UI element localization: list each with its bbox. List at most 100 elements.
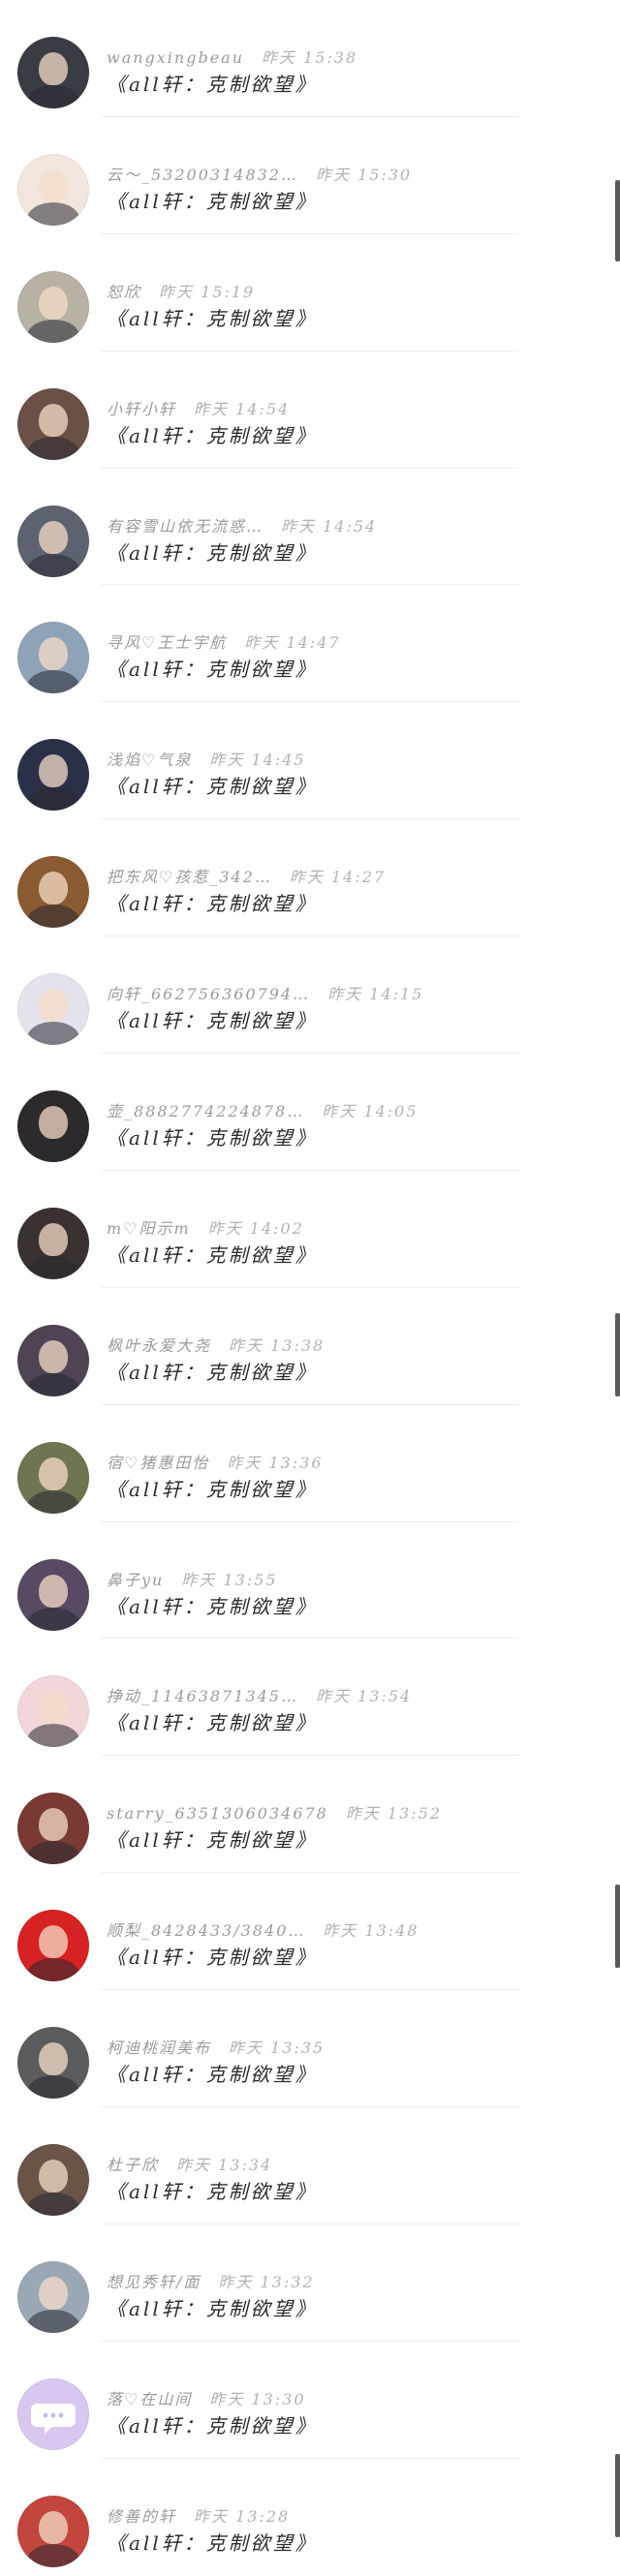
comment-text: 《all轩：克制欲望》	[107, 423, 318, 447]
comment-item[interactable]: 宿♡猪惠田怡 昨天 13:36 《all轩：克制欲望》	[0, 1405, 620, 1522]
username[interactable]: 壶_8882774224878…	[107, 1102, 304, 1120]
user-avatar[interactable]	[17, 1558, 89, 1631]
comment-item[interactable]: 小轩小轩 昨天 14:54 《all轩：克制欲望》	[0, 352, 620, 469]
comment-text: 《all轩：克制欲望》	[107, 1360, 318, 1384]
user-avatar[interactable]	[17, 739, 89, 812]
comment-header: 柯迪桃润美布 昨天 13:35	[107, 2035, 552, 2058]
avatar-face-shape	[39, 1574, 68, 1608]
username[interactable]: wangxingbeau	[107, 48, 244, 67]
comment-header: 鼻子yu 昨天 13:55	[107, 1567, 552, 1590]
user-avatar[interactable]	[17, 2260, 89, 2333]
username[interactable]: 把东风♡孩惹_342…	[107, 868, 272, 886]
comment-header: 有容雪山依无流惑… 昨天 14:54	[107, 513, 552, 537]
scrollbar-thumb[interactable]	[615, 2454, 620, 2537]
avatar-body-shape	[27, 1255, 79, 1279]
user-avatar[interactable]	[17, 1207, 89, 1279]
comment-item[interactable]: 把东风♡孩惹_342… 昨天 14:27 《all轩：克制欲望》	[0, 819, 620, 937]
avatar-body-shape	[27, 436, 79, 460]
comment-item[interactable]: 顺梨_8428433/3840… 昨天 13:48 《all轩：克制欲望》	[0, 1873, 620, 1991]
avatar-body-shape	[27, 1372, 79, 1396]
comment-item[interactable]: 寻风♡王士宇航 昨天 14:47 《all轩：克制欲望》	[0, 585, 620, 703]
username[interactable]: 寻风♡王士宇航	[107, 633, 227, 652]
comment-time: 昨天 15:30	[315, 165, 413, 184]
username[interactable]: 落♡在山间	[107, 2390, 192, 2408]
comment-header: 修善的轩 昨天 13:28	[107, 2503, 552, 2527]
user-avatar[interactable]	[17, 2495, 89, 2567]
avatar-body-shape	[27, 201, 79, 226]
comment-item[interactable]: 浅焰♡气泉 昨天 14:45 《all轩：克制欲望》	[0, 702, 620, 820]
comment-item[interactable]: 壶_8882774224878… 昨天 14:05 《all轩：克制欲望》	[0, 1054, 620, 1171]
username[interactable]: 宿♡猪惠田怡	[107, 1454, 209, 1472]
user-avatar[interactable]	[17, 1910, 89, 1982]
username[interactable]: 挣动_11463871345…	[107, 1687, 298, 1705]
username[interactable]: 向轩_662756360794…	[107, 985, 310, 1003]
comment-time: 昨天 14:54	[194, 399, 291, 418]
user-avatar[interactable]	[17, 1324, 89, 1396]
user-avatar[interactable]	[17, 2027, 89, 2100]
username[interactable]: 有容雪山依无流惑…	[107, 517, 264, 536]
user-avatar[interactable]	[17, 270, 89, 343]
username[interactable]: 恕欣	[107, 283, 141, 301]
username[interactable]: 浅焰♡气泉	[107, 751, 192, 769]
comment-item[interactable]: wangxingbeau 昨天 15:38 《all轩：克制欲望》	[0, 0, 620, 117]
comment-header: 浅焰♡气泉 昨天 14:45	[107, 747, 552, 770]
username[interactable]: 修善的轩	[107, 2507, 176, 2526]
username[interactable]: 柯迪桃润美布	[107, 2039, 211, 2057]
comment-item[interactable]: 向轩_662756360794… 昨天 14:15 《all轩：克制欲望》	[0, 936, 620, 1054]
comment-item[interactable]: 云～_53200314832… 昨天 15:30 《all轩：克制欲望》	[0, 117, 620, 234]
username[interactable]: m♡阳示m	[107, 1219, 191, 1238]
user-avatar[interactable]	[17, 856, 89, 929]
user-avatar[interactable]	[17, 37, 89, 108]
comment-time: 昨天 13:36	[227, 1453, 324, 1472]
scrollbar-thumb[interactable]	[615, 1313, 620, 1396]
user-avatar[interactable]	[17, 505, 89, 577]
username[interactable]: 枫叶永爱大尧	[107, 1336, 211, 1355]
comment-item[interactable]: 挣动_11463871345… 昨天 13:54 《all轩：克制欲望》	[0, 1639, 620, 1757]
comment-time: 昨天 13:54	[315, 1687, 413, 1706]
scrollbar-thumb[interactable]	[615, 180, 620, 261]
comment-text: 《all轩：克制欲望》	[107, 2180, 318, 2204]
comment-header: 顺梨_8428433/3840… 昨天 13:48	[107, 1917, 552, 1941]
comment-header: 壶_8882774224878… 昨天 14:05	[107, 1098, 552, 1121]
comment-item[interactable]: 恕欣 昨天 15:19 《all轩：克制欲望》	[0, 234, 620, 352]
comment-item[interactable]: 有容雪山依无流惑… 昨天 14:54 《all轩：克制欲望》	[0, 469, 620, 586]
username[interactable]: 杜子欣	[107, 2156, 159, 2174]
comment-time: 昨天 15:38	[262, 48, 358, 67]
user-avatar[interactable]	[17, 1090, 89, 1163]
scrollbar-thumb[interactable]	[615, 1885, 620, 1968]
user-avatar[interactable]	[17, 1675, 89, 1748]
comment-item[interactable]: 杜子欣 昨天 13:34 《all轩：克制欲望》	[0, 2107, 620, 2224]
avatar-face-shape	[39, 2510, 68, 2544]
comment-time: 昨天 14:27	[289, 868, 387, 887]
user-avatar[interactable]	[17, 1793, 89, 1865]
comment-header: 想见秀轩/面 昨天 13:32	[107, 2269, 552, 2292]
avatar-face-shape	[39, 1808, 68, 1842]
comment-item[interactable]: 柯迪桃润美布 昨天 13:35 《all轩：克制欲望》	[0, 1990, 620, 2107]
username[interactable]: 鼻子yu	[107, 1571, 164, 1589]
user-avatar[interactable]	[17, 2144, 89, 2217]
avatar-face-shape	[39, 520, 68, 554]
comment-item[interactable]: 修善的轩 昨天 13:28 《all轩：克制欲望》	[0, 2459, 620, 2576]
username[interactable]: 想见秀轩/面	[107, 2273, 201, 2291]
avatar-body-shape	[27, 2309, 79, 2333]
username[interactable]: 小轩小轩	[107, 400, 176, 418]
username[interactable]: 顺梨_8428433/3840…	[107, 1921, 305, 1940]
comment-item[interactable]: m♡阳示m 昨天 14:02 《all轩：克制欲望》	[0, 1171, 620, 1288]
comment-header: 宿♡猪惠田怡 昨天 13:36	[107, 1450, 552, 1473]
user-avatar[interactable]	[17, 153, 89, 226]
user-avatar[interactable]	[17, 1441, 89, 1514]
user-avatar[interactable]	[17, 2377, 89, 2450]
user-avatar[interactable]	[17, 387, 89, 460]
comment-item[interactable]: 枫叶永爱大尧 昨天 13:38 《all轩：克制欲望》	[0, 1288, 620, 1405]
user-avatar[interactable]	[17, 973, 89, 1046]
username[interactable]: 云～_53200314832…	[107, 166, 298, 184]
comment-item[interactable]: 鼻子yu 昨天 13:55 《all轩：克制欲望》	[0, 1522, 620, 1640]
comment-time: 昨天 14:02	[207, 1218, 304, 1238]
comment-header: 把东风♡孩惹_342… 昨天 14:27	[107, 864, 552, 887]
comment-header: 挣动_11463871345… 昨天 13:54	[107, 1683, 552, 1706]
comment-item[interactable]: 落♡在山间 昨天 13:30 《all轩：克制欲望》	[0, 2342, 620, 2459]
comment-item[interactable]: 想见秀轩/面 昨天 13:32 《all轩：克制欲望》	[0, 2224, 620, 2342]
username[interactable]: starry_6351306034678	[107, 1804, 328, 1823]
user-avatar[interactable]	[17, 622, 89, 694]
comment-item[interactable]: starry_6351306034678 昨天 13:52 《all轩：克制欲望》	[0, 1756, 620, 1874]
